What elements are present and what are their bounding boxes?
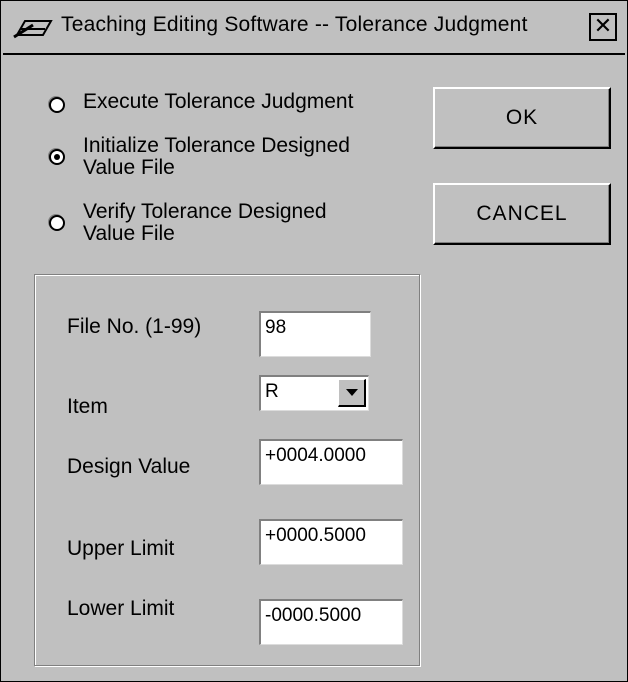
radio-execute-tolerance-judgment[interactable]: Execute Tolerance Judgment [49, 91, 353, 113]
item-select[interactable]: R [259, 375, 369, 411]
item-select-value: R [265, 381, 279, 402]
file-no-input[interactable]: 98 [259, 311, 371, 357]
item-label: Item [67, 395, 108, 418]
radio-label: Execute Tolerance Judgment [83, 90, 354, 113]
lower-limit-label: Lower Limit [67, 597, 175, 620]
window-title: Teaching Editing Software -- Tolerance J… [61, 13, 528, 36]
radio-button-checked[interactable] [49, 149, 65, 165]
radio-verify-designed-value-file[interactable]: Verify Tolerance Designed Value File [49, 201, 379, 245]
cancel-button[interactable]: CANCEL [433, 183, 611, 245]
radio-button[interactable] [49, 215, 65, 231]
upper-limit-label: Upper Limit [67, 537, 175, 560]
design-value-input[interactable]: +0004.0000 [259, 439, 403, 485]
file-no-label: File No. (1-99) [67, 315, 202, 338]
tolerance-judgment-dialog: Teaching Editing Software -- Tolerance J… [0, 0, 628, 682]
radio-label: Verify Tolerance Designed Value File [83, 200, 327, 245]
close-button[interactable]: ✕ [589, 13, 617, 41]
radio-initialize-designed-value-file[interactable]: Initialize Tolerance Designed Value File [49, 135, 379, 179]
pen-tablet-icon [13, 20, 53, 39]
design-value-label: Design Value [67, 455, 191, 478]
upper-limit-input[interactable]: +0000.5000 [259, 519, 403, 565]
title-bar[interactable]: Teaching Editing Software -- Tolerance J… [3, 3, 625, 55]
radio-button[interactable] [49, 97, 65, 113]
lower-limit-input[interactable]: -0000.5000 [259, 599, 403, 645]
tolerance-settings-group: File No. (1-99) 98 Item R Design Value +… [34, 274, 420, 666]
ok-button[interactable]: OK [433, 87, 611, 149]
radio-label: Initialize Tolerance Designed Value File [83, 134, 350, 179]
chevron-down-icon[interactable] [338, 379, 366, 407]
